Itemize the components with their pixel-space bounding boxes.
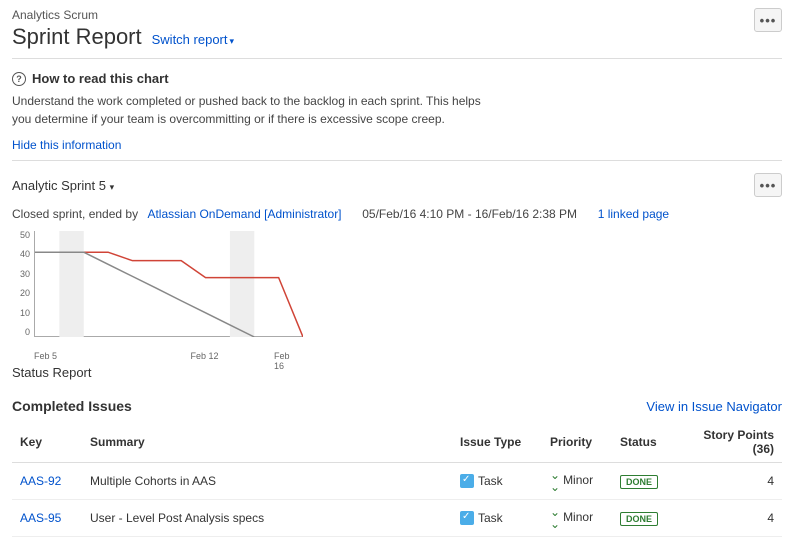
issue-summary: User - Level Post Analysis specs — [82, 500, 452, 537]
status-badge: DONE — [620, 475, 658, 489]
view-in-navigator-link[interactable]: View in Issue Navigator — [646, 399, 782, 414]
linked-pages-link[interactable]: 1 linked page — [598, 207, 669, 221]
table-row: AAS-92 Multiple Cohorts in AAS Task ⌄⌄Minor… — [12, 463, 782, 500]
col-priority[interactable]: Priority — [542, 422, 612, 463]
col-points[interactable]: Story Points (36) — [672, 422, 782, 463]
chevron-down-icon: ▾ — [110, 182, 115, 192]
switch-report-label: Switch report — [152, 32, 228, 47]
closed-prefix: Closed sprint, ended by — [12, 207, 138, 221]
chevron-down-icon: ▾ — [230, 36, 235, 46]
issue-type: Task — [478, 511, 503, 525]
task-icon — [460, 474, 474, 488]
completed-issues-table: Key Summary Issue Type Priority Status S… — [12, 422, 782, 537]
switch-report-link[interactable]: Switch report▾ — [152, 32, 234, 47]
sprint-date-range: 05/Feb/16 4:10 PM - 16/Feb/16 2:38 PM — [362, 207, 577, 221]
sprint-meta: Closed sprint, ended by Atlassian OnDema… — [12, 207, 782, 221]
completed-issues-heading: Completed Issues — [12, 398, 132, 414]
burndown-chart: 50403020100 Feb 5Feb 12Feb 16 — [12, 231, 302, 351]
priority-minor-icon: ⌄⌄ — [550, 506, 560, 530]
sprint-selector[interactable]: Analytic Sprint 5 ▾ — [12, 178, 114, 193]
issue-points: 4 — [672, 500, 782, 537]
ended-by-user-link[interactable]: Atlassian OnDemand [Administrator] — [147, 207, 341, 221]
status-badge: DONE — [620, 512, 658, 526]
issue-summary: Multiple Cohorts in AAS — [82, 463, 452, 500]
breadcrumb[interactable]: Analytics Scrum — [12, 8, 234, 22]
info-body: Understand the work completed or pushed … — [12, 92, 492, 128]
issue-priority: Minor — [563, 473, 593, 487]
issue-points: 4 — [672, 463, 782, 500]
issue-type: Task — [478, 474, 503, 488]
sprint-name-label: Analytic Sprint 5 — [12, 178, 106, 193]
ellipsis-icon: ••• — [760, 178, 777, 193]
col-key[interactable]: Key — [12, 422, 82, 463]
more-actions-button[interactable]: ••• — [754, 8, 782, 32]
divider — [12, 160, 782, 161]
col-type[interactable]: Issue Type — [452, 422, 542, 463]
issue-priority: Minor — [563, 510, 593, 524]
col-summary[interactable]: Summary — [82, 422, 452, 463]
priority-minor-icon: ⌄⌄ — [550, 469, 560, 493]
sprint-actions-button[interactable]: ••• — [754, 173, 782, 197]
col-status[interactable]: Status — [612, 422, 672, 463]
issue-key-link[interactable]: AAS-95 — [20, 511, 61, 525]
page-title: Sprint Report — [12, 24, 142, 50]
help-icon: ? — [12, 72, 26, 86]
status-report-heading: Status Report — [12, 365, 782, 380]
issue-key-link[interactable]: AAS-92 — [20, 474, 61, 488]
ellipsis-icon: ••• — [760, 13, 777, 28]
hide-info-link[interactable]: Hide this information — [12, 138, 121, 152]
task-icon — [460, 511, 474, 525]
info-title: How to read this chart — [32, 71, 169, 86]
divider — [12, 58, 782, 59]
table-row: AAS-95 User - Level Post Analysis specs Ta… — [12, 500, 782, 537]
